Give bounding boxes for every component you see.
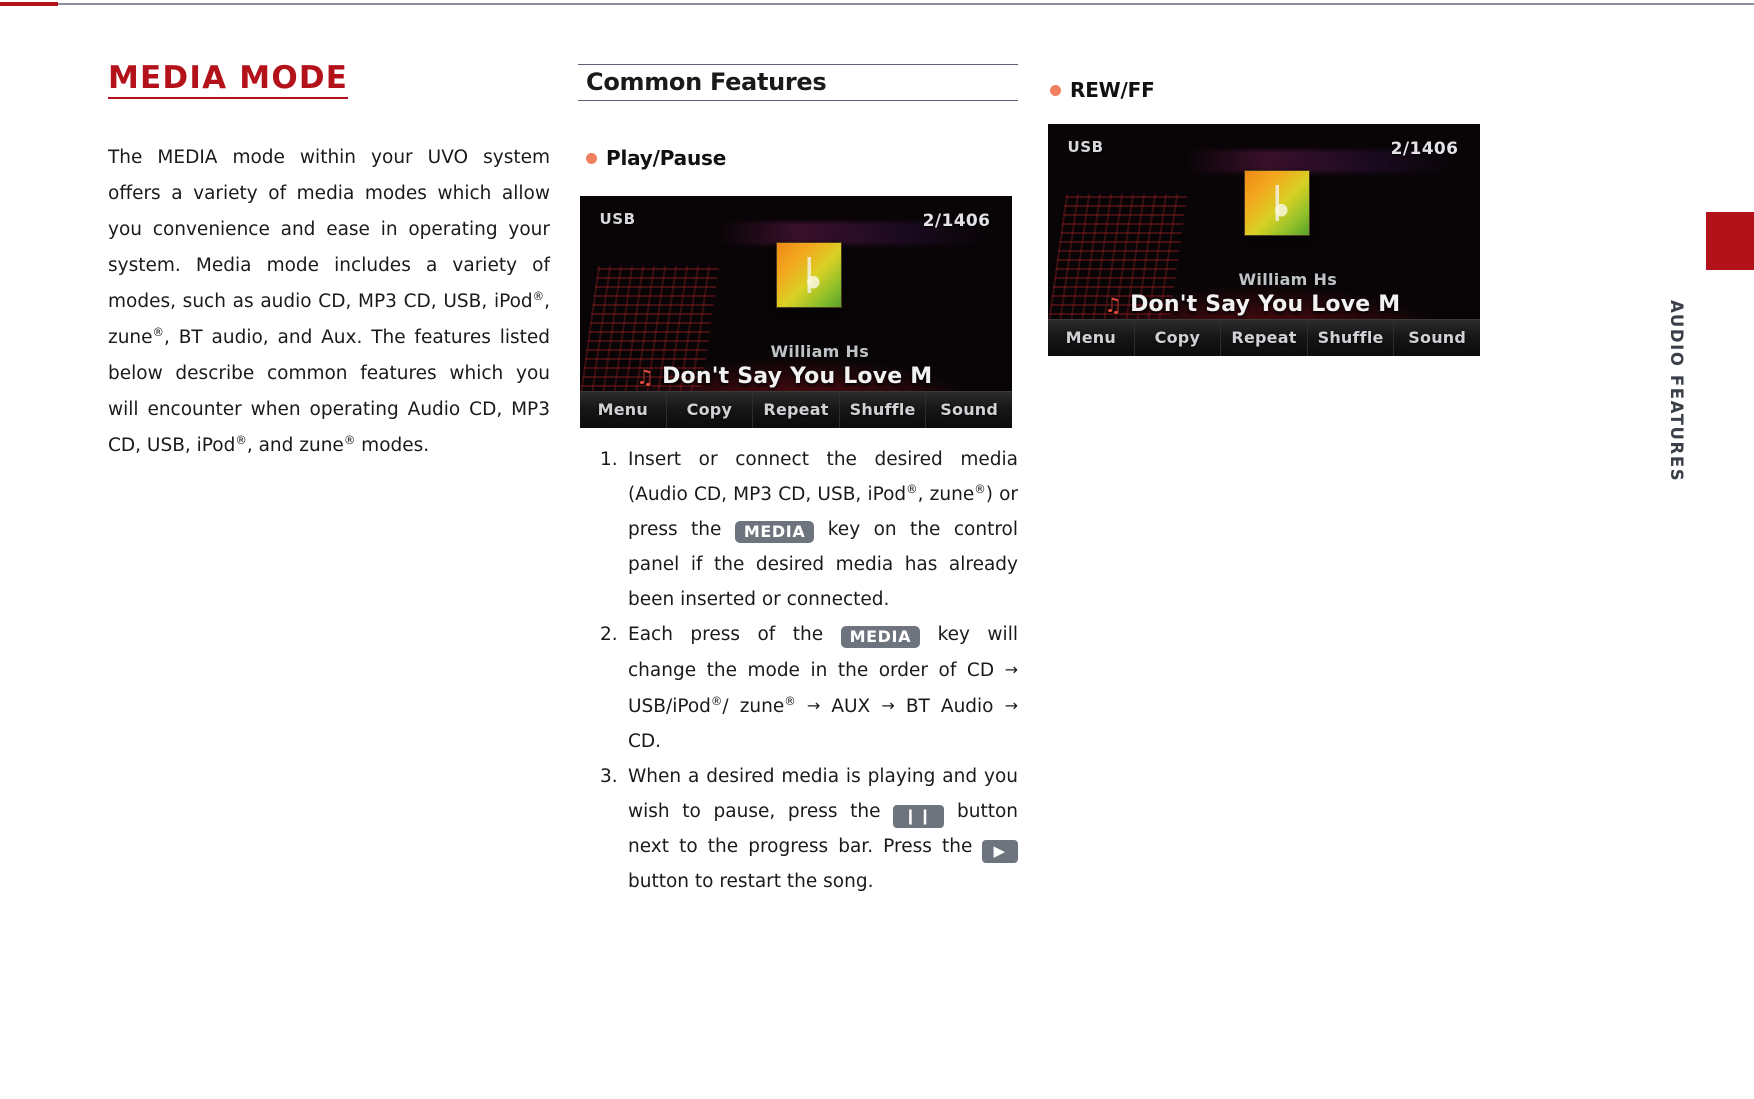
music-note-icon: ♫ [1104, 292, 1123, 317]
right-arrow-icon: → [1004, 696, 1019, 715]
intro-paragraph: The MEDIA mode within your UVO system of… [108, 140, 550, 464]
section-heading-text: Common Features [586, 68, 827, 96]
screen-album-art [1244, 170, 1310, 237]
pause-key-badge[interactable]: ❙❙ [893, 805, 945, 828]
screen-song-title: Don't Say You Love M [662, 364, 933, 390]
bullet-dot-icon [586, 152, 597, 164]
right-arrow-icon: → [806, 696, 821, 715]
registered-mark: ® [710, 693, 723, 708]
screen-button-copy[interactable]: Copy [667, 391, 754, 428]
play-pause-step-list: 1. Insert or connect the desired media (A… [600, 442, 1018, 899]
top-rule-red-segment [0, 2, 58, 6]
step-text: Each press of the MEDIA key will change … [628, 624, 1019, 752]
play-key-badge[interactable]: ▶ [982, 840, 1018, 863]
uvo-screen-figure-play-pause: USB 2/1406 William Hs ♫ Don't Say You Lo… [580, 196, 1012, 428]
screen-source-label: USB [599, 209, 636, 228]
screen-button-shuffle[interactable]: Shuffle [1308, 319, 1395, 356]
screen-song-row: ♫ Don't Say You Love M [636, 364, 932, 389]
intro-text-part5: modes. [355, 435, 430, 456]
screen-song-row: ♫ Don't Say You Love M [1104, 292, 1400, 317]
page-top-rule [0, 0, 1754, 8]
screen-button-sound[interactable]: Sound [926, 392, 1012, 428]
intro-ipod-1: iPod [493, 291, 533, 312]
screen-track-count: 2/1406 [922, 211, 991, 232]
registered-mark: ® [906, 481, 918, 496]
screen-song-title: Don't Say You Love M [1130, 292, 1401, 318]
screen-button-menu[interactable]: Menu [1048, 319, 1135, 356]
step-text: Insert or connect the desired media (Aud… [628, 449, 1018, 610]
screen-album-art [776, 242, 842, 309]
step-item: 3. When a desired media is playing and yo… [600, 759, 1018, 899]
screen-button-copy[interactable]: Copy [1135, 319, 1222, 356]
top-rule-grey-segment [58, 3, 1754, 5]
registered-mark-3: ® [235, 432, 247, 447]
music-note-icon: ♫ [636, 364, 655, 389]
step-number: 1. [600, 449, 618, 470]
screen-button-menu[interactable]: Menu [580, 391, 667, 428]
step-text: When a desired media is playing and you … [628, 766, 1018, 892]
registered-mark: ® [784, 693, 796, 708]
bullet-dot-icon [1050, 84, 1061, 96]
page-title: MEDIA MODE [108, 60, 349, 99]
registered-mark-2: ® [152, 324, 165, 339]
registered-mark-4: ® [343, 432, 356, 447]
chapter-side-tab-label: AUDIO FEATURES [1667, 300, 1686, 483]
screen-artist-name: William Hs [770, 342, 870, 362]
subheading-rew-ff: REW/FF [1050, 78, 1155, 102]
screen-menu-bar: Menu Copy Repeat Shuffle Sound [1048, 318, 1480, 356]
subheading-rew-ff-label: REW/FF [1070, 78, 1155, 102]
page-title-text: MEDIA MODE [108, 60, 349, 99]
subheading-play-pause: Play/Pause [586, 146, 726, 170]
step-number: 3. [600, 766, 618, 787]
right-arrow-icon: → [1004, 660, 1018, 679]
screen-artist-name: William Hs [1238, 270, 1338, 290]
screen-button-shuffle[interactable]: Shuffle [840, 391, 927, 428]
right-arrow-icon: → [881, 696, 895, 715]
section-heading-common-features: Common Features [578, 64, 1018, 101]
screen-menu-bar: Menu Copy Repeat Shuffle Sound [580, 390, 1012, 428]
screen-button-sound[interactable]: Sound [1394, 320, 1480, 356]
media-key-badge[interactable]: MEDIA [840, 626, 921, 648]
intro-text-part4: , and zune [246, 435, 344, 456]
step-item: 1. Insert or connect the desired media (A… [600, 442, 1018, 617]
screen-button-repeat[interactable]: Repeat [1221, 319, 1308, 356]
intro-text-part1: The MEDIA mode within your UVO system of… [108, 147, 550, 312]
chapter-side-tab [1706, 212, 1754, 270]
uvo-screen-figure-rew-ff: USB 2/1406 William Hs ♫ Don't Say You Lo… [1048, 124, 1480, 356]
screen-track-count: 2/1406 [1390, 139, 1459, 160]
screen-button-repeat[interactable]: Repeat [753, 391, 840, 428]
registered-mark-1: ® [532, 288, 545, 303]
subheading-play-pause-label: Play/Pause [606, 146, 727, 170]
step-item: 2. Each press of the MEDIA key will chang… [600, 617, 1018, 759]
screen-source-label: USB [1067, 137, 1104, 156]
media-key-badge[interactable]: MEDIA [734, 521, 815, 543]
registered-mark: ® [974, 481, 986, 496]
step-number: 2. [600, 624, 618, 645]
